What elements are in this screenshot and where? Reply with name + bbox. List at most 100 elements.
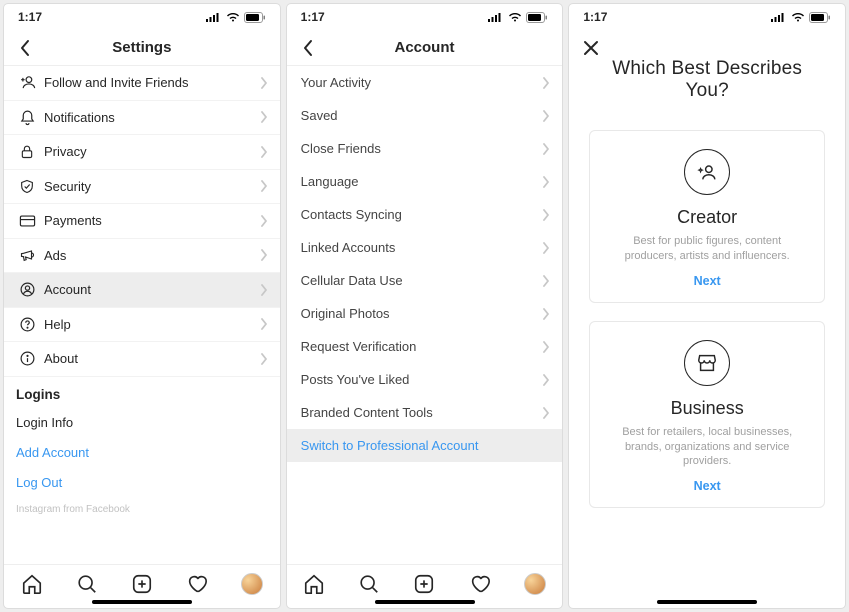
creator-desc: Best for public figures, content produce… [606, 234, 808, 264]
wifi-icon [508, 12, 522, 22]
chevron-right-icon [542, 143, 550, 155]
settings-list: Follow and Invite Friends Notifications … [4, 66, 280, 564]
row-privacy[interactable]: Privacy [4, 135, 280, 170]
home-indicator [375, 600, 475, 604]
row-branded[interactable]: Branded Content Tools [287, 396, 563, 429]
row-label: Add Account [16, 445, 268, 460]
row-login-info[interactable]: Login Info [4, 408, 280, 438]
row-language[interactable]: Language [287, 165, 563, 198]
row-label: Branded Content Tools [301, 405, 543, 420]
row-payments[interactable]: Payments [4, 204, 280, 239]
row-label: Cellular Data Use [301, 273, 543, 288]
row-label: Help [44, 317, 260, 332]
status-icons [771, 12, 831, 23]
page-title: Settings [112, 39, 171, 56]
row-label: Log Out [16, 475, 268, 490]
phone-account-screen: 1:17 Account Your Activity Saved Close F… [287, 4, 563, 608]
creator-next-link[interactable]: Next [606, 274, 808, 288]
signal-icon [206, 12, 222, 22]
home-indicator [657, 600, 757, 604]
row-liked[interactable]: Posts You've Liked [287, 363, 563, 396]
row-original[interactable]: Original Photos [287, 297, 563, 330]
row-your-activity[interactable]: Your Activity [287, 66, 563, 99]
avatar-icon [524, 573, 546, 595]
chevron-right-icon [542, 77, 550, 89]
card-business[interactable]: Business Best for retailers, local busin… [589, 321, 825, 509]
help-icon [16, 316, 38, 333]
row-follow-invite[interactable]: Follow and Invite Friends [4, 66, 280, 101]
chevron-right-icon [260, 111, 268, 123]
heart-icon [186, 573, 208, 595]
page-title: Account [395, 39, 455, 56]
phone-wizard-screen: 1:17 Which Best Describes You? Creator B… [569, 4, 845, 608]
chevron-left-icon [19, 39, 31, 57]
row-log-out[interactable]: Log Out [4, 468, 280, 498]
signal-icon [488, 12, 504, 22]
wizard-body: Which Best Describes You? Creator Best f… [569, 30, 845, 608]
status-time: 1:17 [583, 10, 607, 24]
status-icons [488, 12, 548, 23]
row-label: Account [44, 282, 260, 297]
tab-home[interactable] [20, 572, 44, 596]
row-label: Switch to Professional Account [301, 438, 551, 453]
home-icon [21, 573, 43, 595]
tab-home[interactable] [302, 572, 326, 596]
status-time: 1:17 [18, 10, 42, 24]
row-label: Follow and Invite Friends [44, 75, 260, 90]
row-about[interactable]: About [4, 342, 280, 377]
chevron-right-icon [542, 275, 550, 287]
back-button[interactable] [14, 37, 36, 59]
business-icon-circle [684, 340, 730, 386]
business-heading: Business [606, 398, 808, 419]
chevron-right-icon [542, 341, 550, 353]
storefront-icon [696, 352, 718, 374]
status-bar: 1:17 [4, 4, 280, 30]
chevron-right-icon [260, 77, 268, 89]
creator-icon-circle [684, 149, 730, 195]
row-contacts[interactable]: Contacts Syncing [287, 198, 563, 231]
card-creator[interactable]: Creator Best for public figures, content… [589, 130, 825, 303]
row-linked[interactable]: Linked Accounts [287, 231, 563, 264]
chevron-right-icon [260, 215, 268, 227]
row-close-friends[interactable]: Close Friends [287, 132, 563, 165]
status-time: 1:17 [301, 10, 325, 24]
wifi-icon [226, 12, 240, 22]
avatar-icon [241, 573, 263, 595]
row-add-account[interactable]: Add Account [4, 438, 280, 468]
row-help[interactable]: Help [4, 308, 280, 343]
back-button[interactable] [297, 37, 319, 59]
row-cellular[interactable]: Cellular Data Use [287, 264, 563, 297]
tab-create[interactable] [130, 572, 154, 596]
plus-square-icon [413, 573, 435, 595]
close-icon [583, 40, 599, 56]
business-next-link[interactable]: Next [606, 479, 808, 493]
row-notifications[interactable]: Notifications [4, 101, 280, 136]
chevron-right-icon [542, 308, 550, 320]
wifi-icon [791, 12, 805, 22]
row-account[interactable]: Account [4, 273, 280, 308]
close-button[interactable] [581, 38, 601, 58]
tab-search[interactable] [357, 572, 381, 596]
row-label: Your Activity [301, 75, 543, 90]
search-icon [358, 573, 380, 595]
tab-search[interactable] [75, 572, 99, 596]
row-label: Ads [44, 248, 260, 263]
tab-profile[interactable] [523, 572, 547, 596]
row-security[interactable]: Security [4, 170, 280, 205]
tab-activity[interactable] [468, 572, 492, 596]
row-saved[interactable]: Saved [287, 99, 563, 132]
chevron-right-icon [260, 284, 268, 296]
chevron-right-icon [542, 242, 550, 254]
tab-create[interactable] [412, 572, 436, 596]
plus-square-icon [131, 573, 153, 595]
chevron-left-icon [302, 39, 314, 57]
row-ads[interactable]: Ads [4, 239, 280, 274]
tab-activity[interactable] [185, 572, 209, 596]
tab-profile[interactable] [240, 572, 264, 596]
status-bar: 1:17 [569, 4, 845, 30]
row-verification[interactable]: Request Verification [287, 330, 563, 363]
chevron-right-icon [542, 110, 550, 122]
battery-icon [809, 12, 831, 23]
row-switch-pro[interactable]: Switch to Professional Account [287, 429, 563, 462]
footnote: Instagram from Facebook [4, 498, 280, 515]
